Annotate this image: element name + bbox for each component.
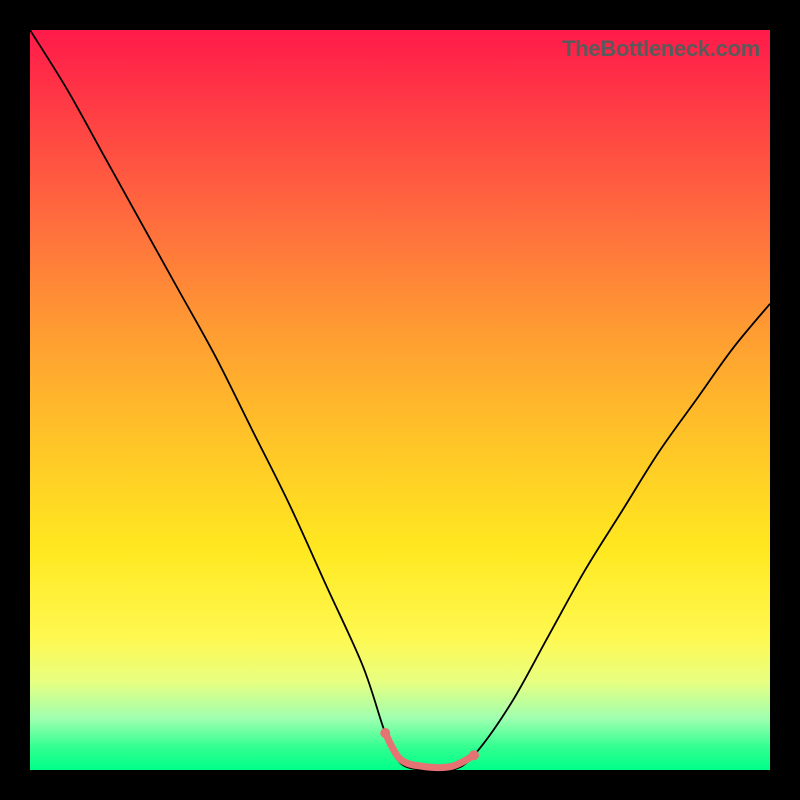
curve-layer	[30, 30, 770, 770]
chart-plot-area: TheBottleneck.com	[30, 30, 770, 770]
flat-segment-end-dot	[469, 750, 479, 760]
bottleneck-curve	[30, 30, 770, 771]
flat-segment-start-dot	[380, 728, 390, 738]
